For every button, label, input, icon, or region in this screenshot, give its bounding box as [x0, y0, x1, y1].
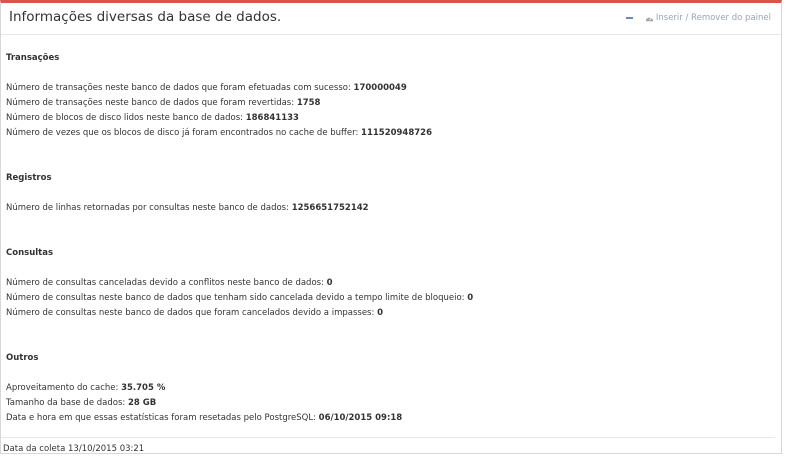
stat-label: Número de consultas canceladas devido a … — [6, 278, 324, 288]
minimize-icon[interactable] — [625, 17, 633, 19]
stat-line: Número de consultas canceladas devido a … — [6, 276, 473, 291]
stat-line: Data e hora em que essas estatísticas fo… — [6, 411, 473, 426]
stat-value: 06/10/2015 09:18 — [318, 413, 403, 423]
section-transacoes: Transações Número de transações neste ba… — [6, 51, 473, 141]
stat-value: 170000049 — [353, 83, 407, 93]
stat-line: Número de consultas neste banco de dados… — [6, 291, 473, 306]
dashboard-icon — [645, 16, 653, 21]
section-outros: Outros Aproveitamento do cache: 35.705 %… — [6, 351, 473, 426]
footer-divider — [1, 437, 775, 438]
stat-label: Número de vezes que os blocos de disco j… — [6, 128, 359, 138]
section-title: Transações — [6, 53, 60, 63]
stat-line: Tamanho da base de dados: 28 GB — [6, 396, 473, 411]
panel-title: Informações diversas da base de dados. — [9, 9, 282, 25]
stat-label: Número de consultas neste banco de dados… — [6, 308, 375, 318]
stat-label: Número de blocos de disco lidos neste ba… — [6, 113, 243, 123]
section-registros: Registros Número de linhas retornadas po… — [6, 171, 473, 216]
stat-value: 1256651752142 — [291, 203, 369, 213]
stat-value: 0 — [467, 293, 474, 303]
stat-line: Número de transações neste banco de dado… — [6, 81, 473, 96]
panel-tools: Inserir / Remover do painel — [625, 13, 771, 23]
panel-body: Transações Número de transações neste ba… — [6, 51, 473, 426]
stat-value: 28 GB — [127, 398, 157, 408]
panel-header: Informações diversas da base de dados. I… — [1, 3, 781, 35]
stat-line: Número de linhas retornadas por consulta… — [6, 201, 473, 216]
stat-label: Número de consultas neste banco de dados… — [6, 293, 465, 303]
stat-value: 0 — [326, 278, 333, 288]
section-consultas: Consultas Número de consultas canceladas… — [6, 246, 473, 321]
stat-value: 1758 — [296, 98, 321, 108]
section-title: Registros — [6, 173, 52, 183]
stat-line: Número de transações neste banco de dado… — [6, 96, 473, 111]
stat-value: 0 — [377, 308, 383, 318]
stat-line: Número de vezes que os blocos de disco j… — [6, 126, 473, 141]
stat-label: Data e hora em que essas estatísticas fo… — [6, 413, 316, 423]
stat-label: Aproveitamento do cache: — [6, 383, 119, 393]
stat-value: 35.705 % — [121, 383, 166, 393]
db-info-panel: Informações diversas da base de dados. I… — [0, 0, 782, 454]
stat-value: 186841133 — [245, 113, 299, 123]
collection-date: Data da coleta 13/10/2015 03:21 — [3, 444, 145, 454]
stat-line: Aproveitamento do cache: 35.705 % — [6, 381, 473, 396]
toggle-dashboard-link[interactable]: Inserir / Remover do painel — [656, 13, 771, 23]
stat-label: Número de transações neste banco de dado… — [6, 83, 351, 93]
stat-value: 111520948726 — [361, 128, 433, 138]
stat-label: Tamanho da base de dados: — [6, 398, 126, 408]
section-title: Outros — [6, 353, 39, 363]
stat-line: Número de blocos de disco lidos neste ba… — [6, 111, 473, 126]
stat-label: Número de linhas retornadas por consulta… — [6, 203, 289, 213]
stat-label: Número de transações neste banco de dado… — [6, 98, 295, 108]
stat-line: Número de consultas neste banco de dados… — [6, 306, 473, 321]
section-title: Consultas — [6, 248, 54, 258]
